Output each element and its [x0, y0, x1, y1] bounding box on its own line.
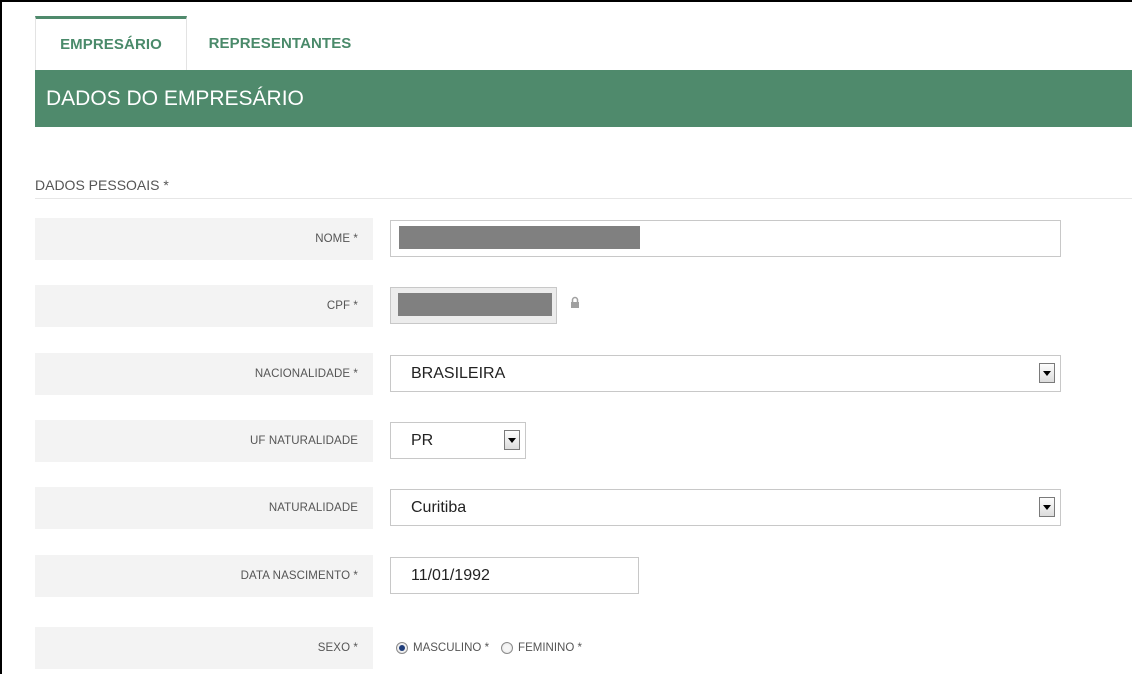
naturalidade-label: NATURALIDADE [35, 487, 373, 529]
naturalidade-select[interactable]: Curitiba [390, 489, 1061, 526]
nacionalidade-value: BRASILEIRA [411, 364, 506, 382]
chevron-down-icon[interactable] [504, 430, 520, 450]
section-header: DADOS DO EMPRESÁRIO [35, 70, 1132, 127]
tab-bar: EMPRESÁRIO REPRESENTANTES [35, 16, 373, 70]
uf-naturalidade-select[interactable]: PR [390, 422, 526, 459]
tab-empresario[interactable]: EMPRESÁRIO [35, 16, 187, 70]
nome-label: NOME * [35, 218, 373, 260]
data-nascimento-value: 11/01/1992 [411, 566, 490, 584]
tab-representantes[interactable]: REPRESENTANTES [187, 16, 373, 70]
uf-naturalidade-value: PR [411, 431, 434, 449]
uf-naturalidade-label: UF NATURALIDADE [35, 420, 373, 462]
subsection-title: DADOS PESSOAIS * [35, 177, 1132, 199]
nacionalidade-select[interactable]: BRASILEIRA [390, 355, 1061, 392]
naturalidade-value: Curitiba [411, 498, 467, 516]
nome-input[interactable] [390, 220, 1061, 257]
redacted-cpf [398, 293, 552, 316]
lock-icon [570, 296, 580, 310]
radio-masculino-label[interactable]: MASCULINO * [413, 642, 489, 654]
cpf-label: CPF * [35, 285, 373, 327]
data-nascimento-label: DATA NASCIMENTO * [35, 555, 373, 597]
redacted-nome [399, 226, 640, 249]
cpf-input [390, 287, 557, 324]
sexo-radio-group: MASCULINO * FEMININO * [396, 640, 582, 656]
radio-masculino[interactable] [396, 642, 408, 654]
data-nascimento-input[interactable]: 11/01/1992 [390, 557, 639, 594]
radio-feminino-label[interactable]: FEMININO * [518, 642, 582, 654]
sexo-label: SEXO * [35, 627, 373, 669]
section-title: DADOS DO EMPRESÁRIO [46, 86, 304, 110]
nacionalidade-label: NACIONALIDADE * [35, 353, 373, 395]
radio-feminino[interactable] [501, 642, 514, 654]
chevron-down-icon[interactable] [1039, 363, 1055, 383]
chevron-down-icon[interactable] [1039, 497, 1055, 517]
